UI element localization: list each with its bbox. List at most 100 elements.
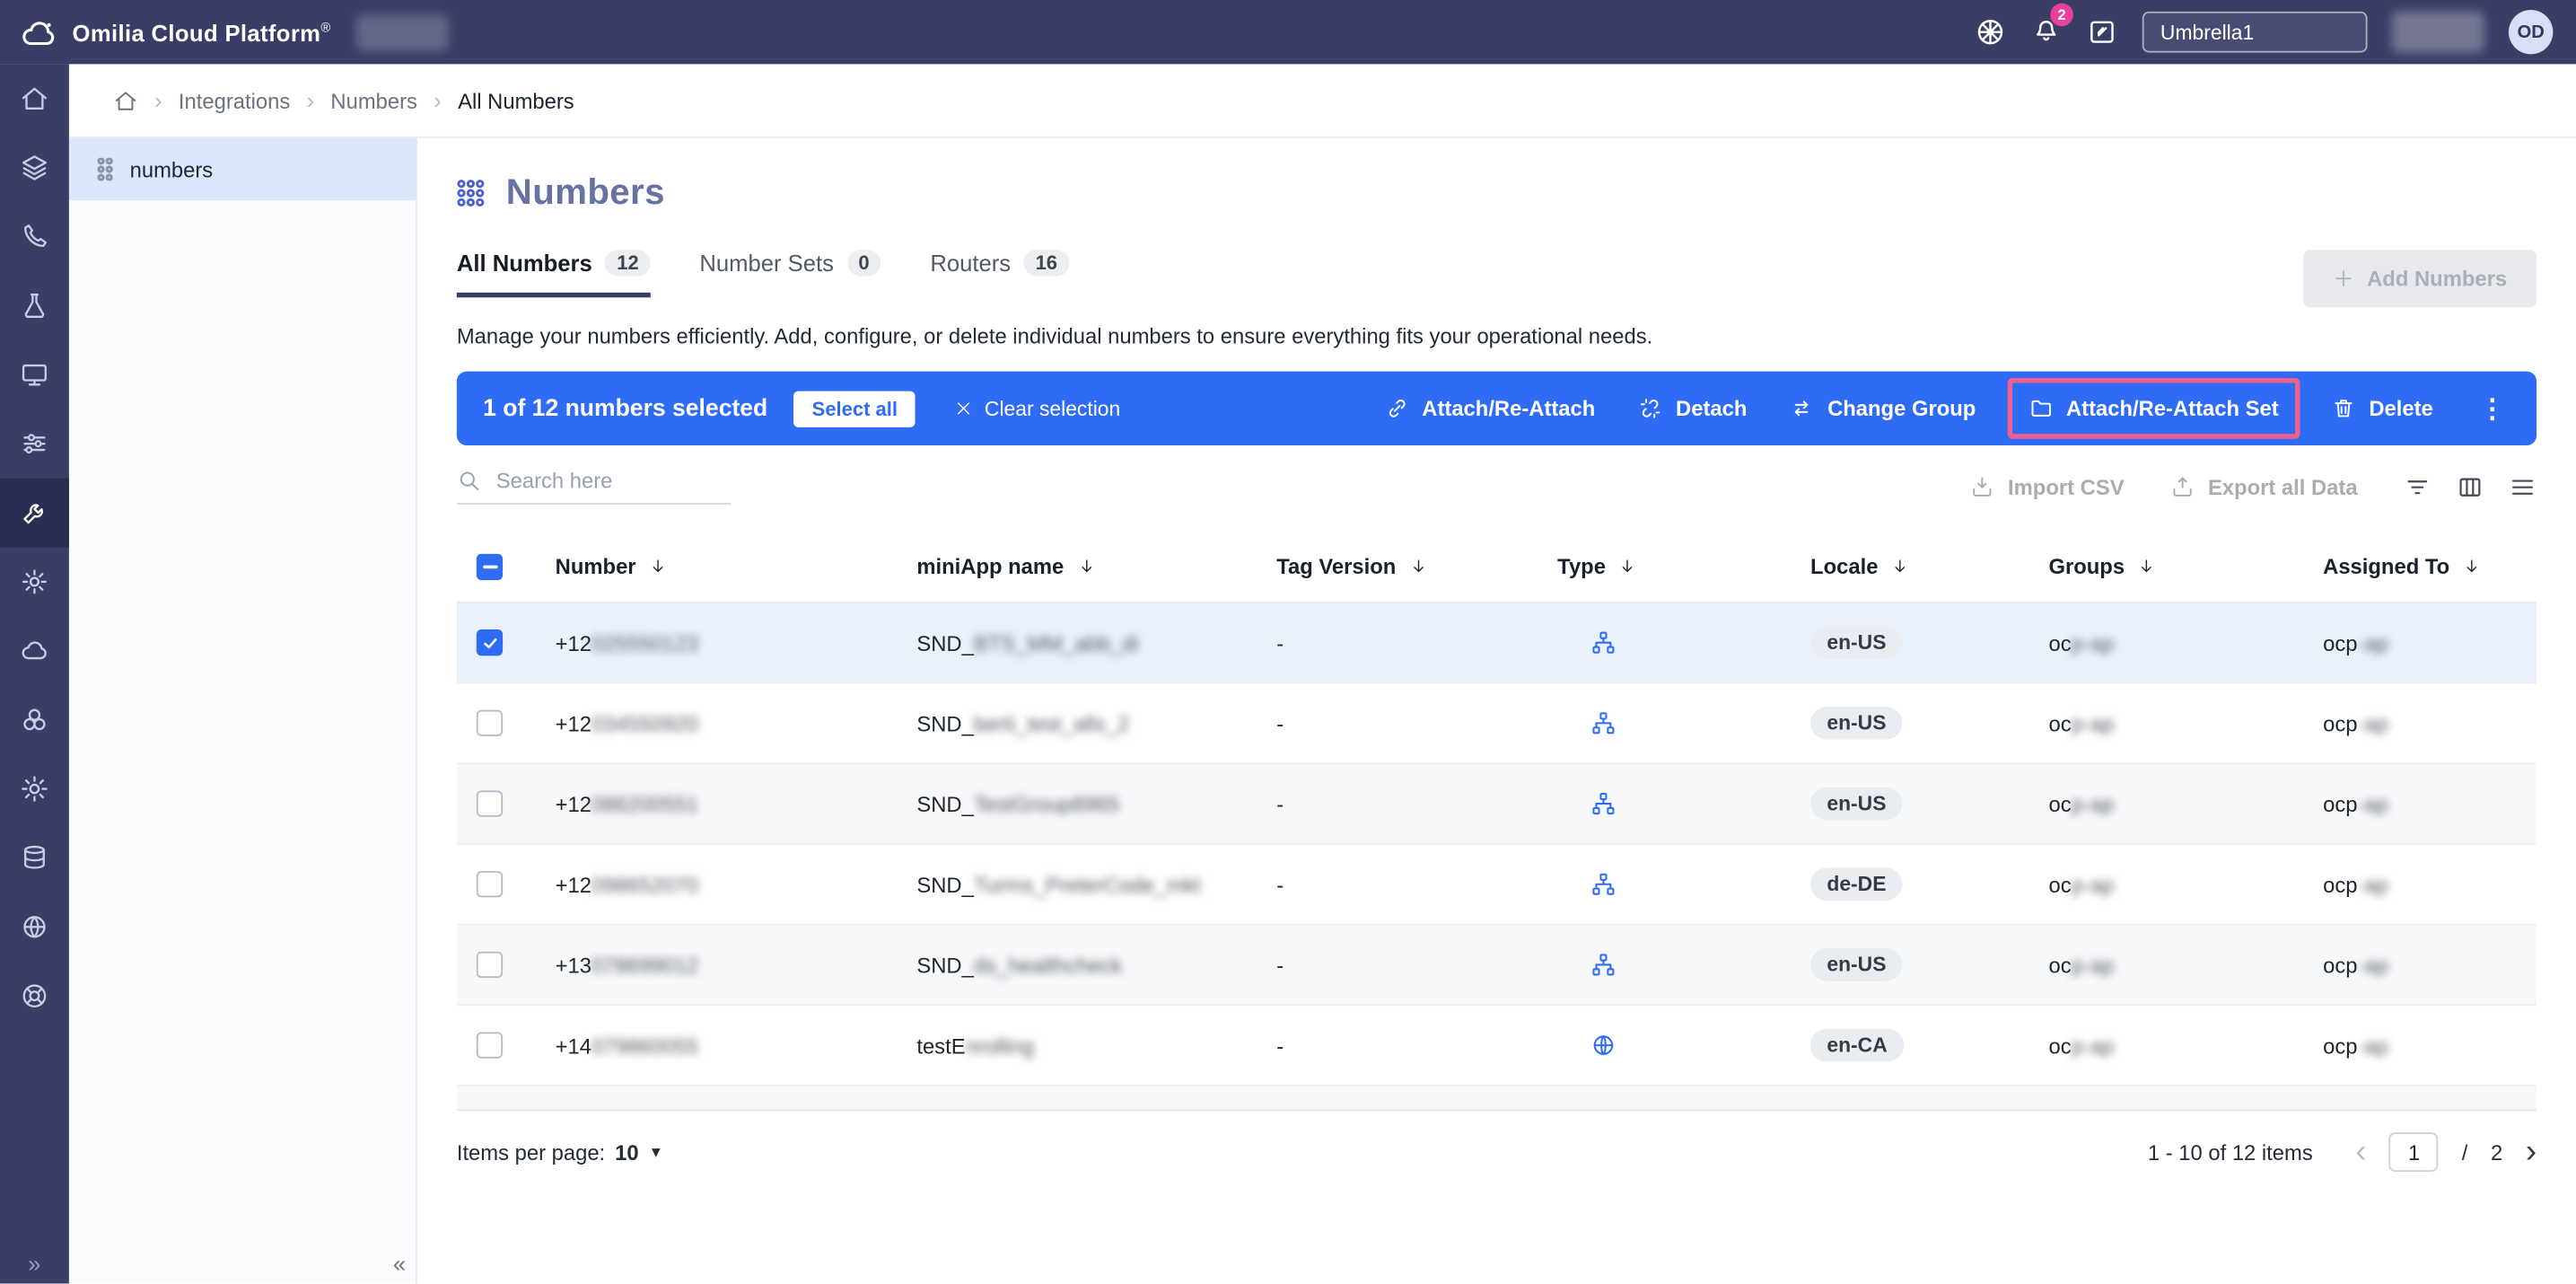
search-input[interactable] — [495, 468, 710, 494]
brand-name: Omilia Cloud Platform® — [72, 19, 331, 46]
column-header-miniapp-name[interactable]: miniApp name — [916, 554, 1276, 578]
select-all-checkbox[interactable] — [476, 552, 504, 580]
tab-number-sets[interactable]: Number Sets 0 — [699, 250, 881, 297]
upload-icon — [2170, 474, 2195, 498]
trademark: ® — [320, 19, 331, 35]
filter-icon[interactable] — [2404, 472, 2431, 500]
layers-icon — [20, 153, 49, 182]
table-row[interactable]: +12098652070 SND_Turms_PreterCode_mkt - … — [456, 845, 2537, 926]
omilia-cloud-logo-icon — [20, 17, 59, 47]
rail-item-settings[interactable] — [0, 754, 69, 823]
rail-item-ai[interactable] — [0, 548, 69, 617]
row-checkbox[interactable] — [476, 951, 504, 979]
rail-item-monitor[interactable] — [0, 340, 69, 409]
import-csv-button[interactable]: Import CSV — [1970, 474, 2125, 499]
monitor-icon — [20, 360, 49, 390]
table-row[interactable]: +12025550123 SND_BTS_MM_abb_di - en-US o… — [456, 602, 2537, 684]
rail-item-support[interactable] — [0, 962, 69, 1031]
column-header-type[interactable]: Type — [1557, 554, 1810, 578]
caret-down-icon: ▼ — [648, 1143, 663, 1161]
phone-icon — [20, 222, 49, 251]
rail-item-palette[interactable] — [0, 685, 69, 754]
locale-badge: en-US — [1810, 626, 1903, 659]
search-icon — [457, 469, 481, 493]
items-per-page-select[interactable]: Items per page: 10 ▼ — [457, 1139, 663, 1164]
avatar[interactable]: OD — [2508, 9, 2554, 55]
rail-item-home[interactable] — [0, 64, 69, 133]
columns-icon[interactable] — [2456, 472, 2484, 500]
select-all-button[interactable]: Select all — [793, 390, 916, 427]
redacted-top-button[interactable] — [2392, 11, 2484, 53]
organization-input[interactable] — [2142, 11, 2368, 53]
tab-routers[interactable]: Routers 16 — [930, 250, 1069, 297]
export-all-data-button[interactable]: Export all Data — [2170, 474, 2358, 499]
breadcrumb-integrations[interactable]: Integrations — [179, 88, 290, 112]
column-header-tag-version[interactable]: Tag Version — [1276, 554, 1557, 578]
sitemap-type-icon — [1590, 952, 1617, 978]
sidebar-collapse-toggle[interactable]: « — [393, 1251, 406, 1277]
row-checkbox[interactable] — [476, 871, 504, 898]
import-csv-label: Import CSV — [2008, 474, 2125, 499]
table-row[interactable]: +13078699012 SND_ds_healthcheck - en-US … — [456, 925, 2537, 1007]
previous-page-button[interactable]: ‹ — [2355, 1136, 2366, 1169]
add-numbers-button[interactable]: Add Numbers — [2302, 250, 2537, 308]
tab-all-numbers[interactable]: All Numbers 12 — [456, 250, 651, 298]
trash-icon — [2331, 396, 2355, 420]
rail-item-sliders[interactable] — [0, 409, 69, 479]
attach-reattach-button[interactable]: Attach/Re-Attach — [1384, 396, 1596, 421]
row-checkbox[interactable] — [476, 629, 504, 656]
breadcrumb: › Integrations › Numbers › All Numbers — [68, 64, 2576, 138]
sliders-icon — [20, 429, 49, 459]
breadcrumb-numbers[interactable]: Numbers — [330, 88, 417, 112]
column-header-locale[interactable]: Locale — [1810, 554, 2048, 578]
table-row[interactable]: +14079860055 testEnrolling - en-CA ocp-a… — [456, 1006, 2537, 1086]
notifications-button[interactable]: 2 — [2030, 2, 2073, 52]
clear-selection-button[interactable]: Clear selection — [955, 397, 1120, 420]
tab-count-badge: 12 — [605, 250, 651, 277]
change-group-button[interactable]: Change Group — [1790, 396, 1976, 421]
column-header-groups[interactable]: Groups — [2048, 554, 2323, 578]
table-row[interactable]: +12086200551 SND_TestGroup8965 - en-US o… — [456, 764, 2537, 845]
icon-rail-sidebar: » — [0, 64, 69, 1284]
brand[interactable]: Omilia Cloud Platform® — [20, 17, 331, 47]
add-numbers-label: Add Numbers — [2367, 266, 2508, 291]
language-globe-icon[interactable] — [1975, 16, 2006, 48]
breadcrumb-home-icon[interactable] — [113, 88, 137, 112]
table-row[interactable]: +1555012345 miniapp_name - en-US ocp-ap … — [456, 1086, 2537, 1110]
rail-item-globe[interactable] — [0, 893, 69, 962]
items-per-page-label: Items per page: — [456, 1139, 606, 1165]
rail-item-database[interactable] — [0, 823, 69, 893]
more-actions-button[interactable]: ⋮ — [2475, 392, 2510, 426]
rail-expand-toggle[interactable]: » — [0, 1251, 69, 1277]
rail-item-layers[interactable] — [0, 133, 69, 202]
row-checkbox[interactable] — [476, 1032, 504, 1059]
current-page-input[interactable] — [2389, 1132, 2440, 1173]
attach-reattach-set-button[interactable]: Attach/Re-Attach Set — [2007, 377, 2300, 439]
cloud-icon — [20, 636, 49, 665]
search-field — [456, 468, 732, 505]
row-checkbox[interactable] — [476, 790, 504, 817]
rail-item-experiments[interactable] — [0, 271, 69, 340]
rail-item-tools-active[interactable] — [0, 478, 69, 548]
column-header-number[interactable]: Number — [556, 554, 917, 578]
breadcrumb-separator: › — [306, 87, 315, 114]
table-row[interactable]: +12034550920 SND_berti_test_alls_2 - en-… — [456, 683, 2537, 765]
selection-actions: Attach/Re-Attach Detach Change Group Att… — [1384, 377, 2510, 439]
delete-button[interactable]: Delete — [2331, 396, 2433, 421]
globe-icon — [20, 912, 49, 942]
rail-item-phone[interactable] — [0, 202, 69, 271]
feedback-note-icon[interactable] — [2087, 16, 2118, 48]
locale-badge: en-US — [1810, 787, 1903, 821]
sort-arrow-icon — [649, 557, 667, 575]
next-page-button[interactable]: › — [2526, 1136, 2537, 1169]
sidebar-item-label: numbers — [129, 156, 214, 182]
sidebar-item-numbers[interactable]: numbers — [68, 137, 416, 201]
column-header-assigned-to[interactable]: Assigned To — [2323, 554, 2537, 578]
redacted-nav-item[interactable] — [356, 13, 450, 50]
detach-button[interactable]: Detach — [1638, 396, 1747, 421]
row-checkbox[interactable] — [476, 709, 504, 737]
page-separator: / — [2461, 1139, 2468, 1165]
rail-item-cloud[interactable] — [0, 616, 69, 685]
menu-icon[interactable] — [2509, 472, 2537, 500]
attach-reattach-label: Attach/Re-Attach — [1422, 396, 1596, 421]
